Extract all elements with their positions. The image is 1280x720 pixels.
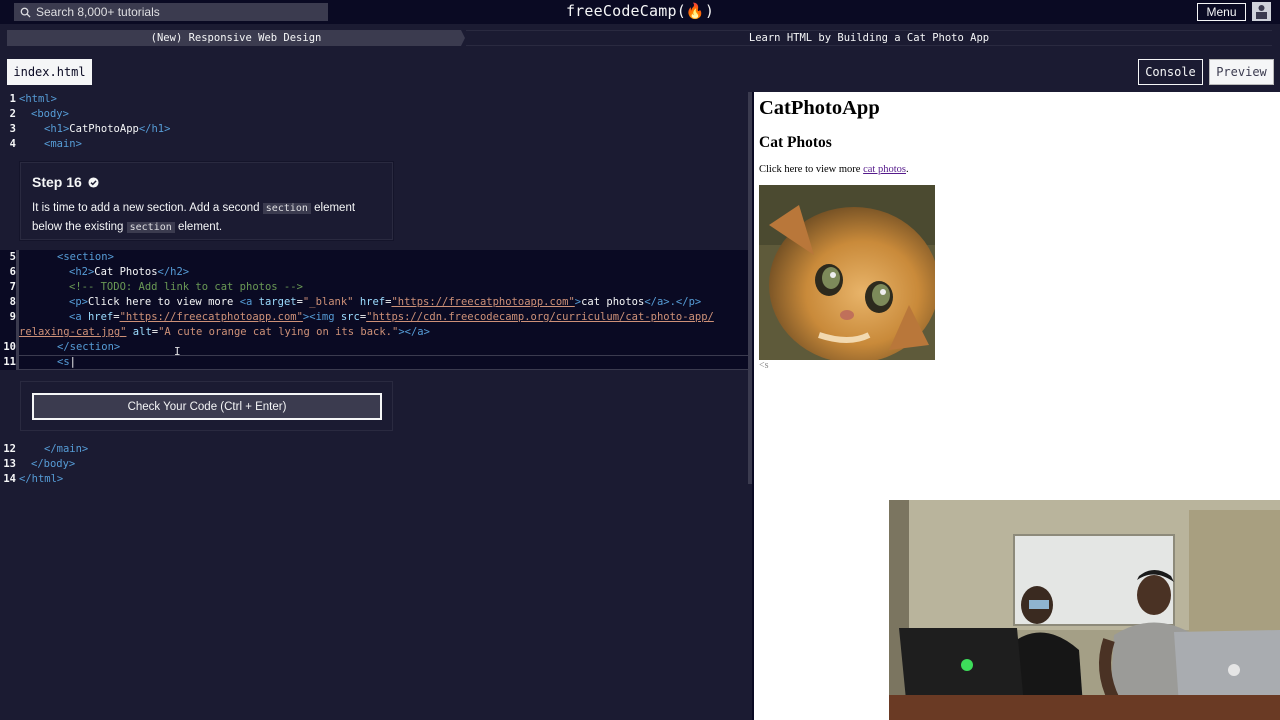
line-number: 10 <box>3 341 16 353</box>
line-number: 14 <box>3 473 16 485</box>
cat-photo-image[interactable] <box>759 185 935 360</box>
check-code-panel: Check Your Code (Ctrl + Enter) <box>20 381 393 431</box>
line-number: 8 <box>9 296 16 308</box>
preview-heading-1: CatPhotoApp <box>759 97 880 119</box>
step-title: Step 16 <box>32 174 82 190</box>
check-circle-icon <box>88 176 99 188</box>
menu-button[interactable]: Menu <box>1197 3 1246 21</box>
line-number: 4 <box>9 138 16 150</box>
search-bar[interactable]: Search 8,000+ tutorials <box>14 3 328 21</box>
code-line-3: <h1>CatPhotoApp</h1> <box>44 123 171 135</box>
code-line-1: <html> <box>19 93 57 105</box>
step-description: It is time to add a new section. Add a s… <box>32 202 356 233</box>
preview-stray-text: <s <box>759 360 769 371</box>
code-line-9: <a href="https://freecatphotoapp.com"><i… <box>69 311 714 323</box>
line-number: 6 <box>9 266 16 278</box>
step-description-panel: Step 16 It is time to add a new section.… <box>20 162 393 240</box>
code-line-2: <body> <box>31 108 69 120</box>
console-button[interactable]: Console <box>1138 59 1203 85</box>
line-number: 2 <box>9 108 16 120</box>
editable-region-marker <box>16 250 19 370</box>
code-line-12: </main> <box>44 443 89 455</box>
line-number: 5 <box>9 251 16 263</box>
code-line-6: <h2>Cat Photos</h2> <box>69 266 190 278</box>
line-number: 13 <box>3 458 16 470</box>
code-line-10: </section> <box>57 341 121 353</box>
preview-paragraph: Click here to view more cat photos. <box>759 164 909 175</box>
avatar-icon[interactable] <box>1252 2 1271 21</box>
line-number: 1 <box>9 93 16 105</box>
file-tab-index-html[interactable]: index.html <box>7 59 92 85</box>
current-line-highlight <box>18 355 748 370</box>
line-number: 7 <box>9 281 16 293</box>
code-line-4: <main> <box>44 138 82 150</box>
cat-photos-link[interactable]: cat photos <box>863 164 906 175</box>
inline-code: section <box>262 203 311 214</box>
breadcrumb-course[interactable]: (New) Responsive Web Design <box>7 30 465 46</box>
search-placeholder: Search 8,000+ tutorials <box>36 5 160 19</box>
line-number: 11 <box>3 356 16 368</box>
text-cursor-icon: I <box>174 345 181 358</box>
code-line-11: <s| <box>57 356 76 368</box>
line-number: 3 <box>9 123 16 135</box>
preview-button[interactable]: Preview <box>1209 59 1274 85</box>
code-line-9-wrap: relaxing-cat.jpg" alt="A cute orange cat… <box>19 326 430 338</box>
code-line-14: </html> <box>19 473 64 485</box>
line-number: 9 <box>9 311 16 323</box>
webcam-overlay <box>889 500 1280 720</box>
breadcrumb: (New) Responsive Web Design Learn HTML b… <box>0 24 1280 52</box>
code-line-5: <section> <box>57 251 114 263</box>
code-line-8: <p>Click here to view more <a target="_b… <box>69 296 702 308</box>
step-title-row: Step 16 <box>32 174 381 190</box>
inline-code: section <box>126 222 175 233</box>
top-navbar: Search 8,000+ tutorials freeCodeCamp(🔥) … <box>0 0 1280 24</box>
line-number: 12 <box>3 443 16 455</box>
check-code-button[interactable]: Check Your Code (Ctrl + Enter) <box>32 393 382 420</box>
search-icon <box>20 7 31 18</box>
code-line-13: </body> <box>31 458 76 470</box>
code-line-7: <!-- TODO: Add link to cat photos --> <box>69 281 303 293</box>
preview-heading-2: Cat Photos <box>759 134 832 151</box>
breadcrumb-lesson[interactable]: Learn HTML by Building a Cat Photo App <box>466 30 1272 46</box>
